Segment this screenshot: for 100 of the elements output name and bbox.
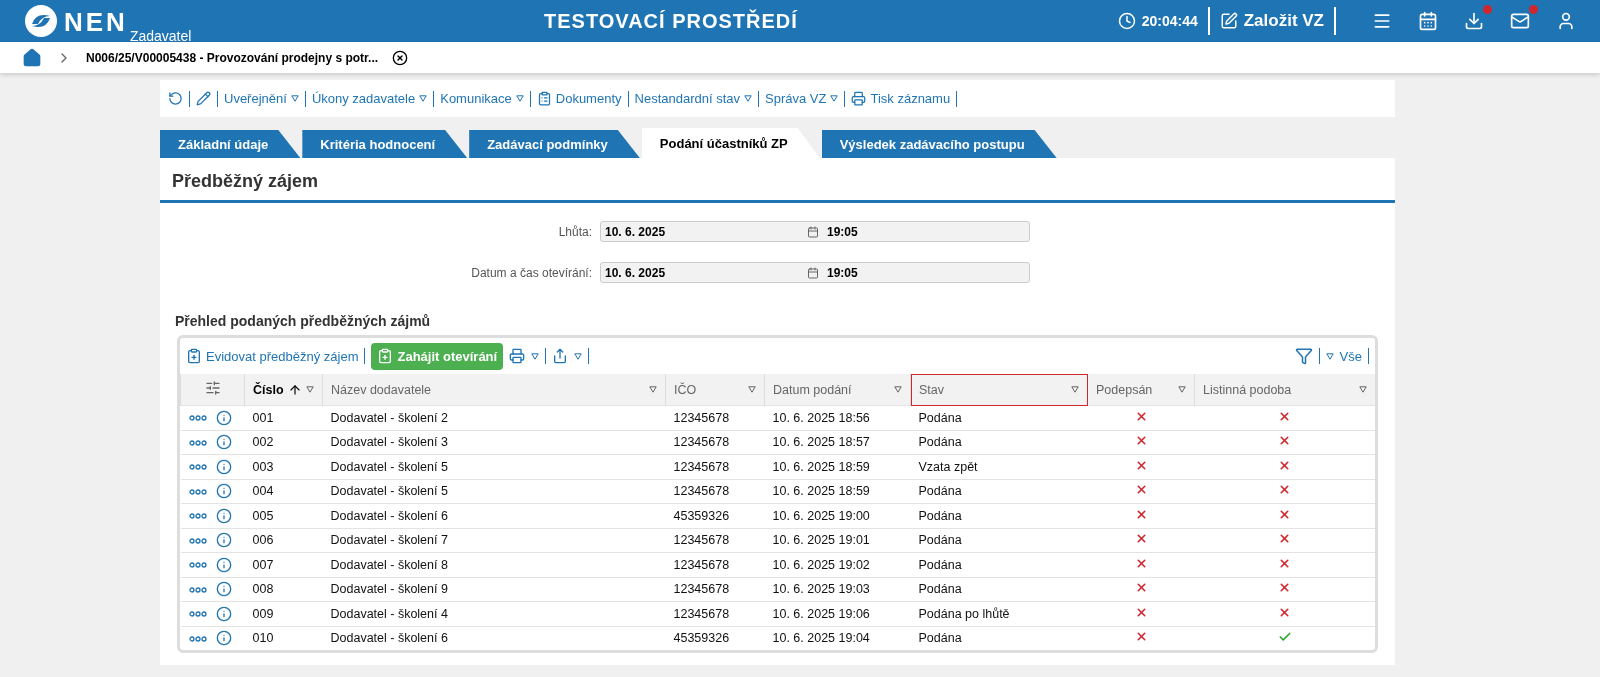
download-button[interactable]	[1464, 11, 1484, 31]
info-icon[interactable]	[216, 630, 232, 647]
column-settings-icon[interactable]	[204, 380, 221, 396]
field-label: Lhůta:	[557, 224, 593, 239]
table-cell: 10. 6. 2025 19:03	[764, 577, 911, 602]
more-icon[interactable]	[188, 513, 207, 520]
caret-icon[interactable]	[290, 95, 299, 102]
start-opening-button[interactable]: Zahájit otevírání	[371, 342, 504, 370]
column-header[interactable]: Stav	[910, 374, 1088, 406]
caret-icon[interactable]	[574, 352, 583, 360]
info-icon[interactable]	[216, 483, 232, 500]
datetime-field[interactable]: 10. 6. 2025 19:05	[600, 221, 1030, 242]
tab[interactable]: Podání účastníků ZP	[641, 128, 820, 158]
more-icon[interactable]	[188, 415, 207, 422]
field-label: Datum a čas otevírání:	[470, 265, 593, 280]
caret-icon[interactable]	[1325, 352, 1334, 360]
clipboard-icon	[377, 348, 394, 364]
toolbar-menu[interactable]: Nestandardní stav	[634, 91, 753, 106]
table-cell: Vzata zpět	[910, 454, 1088, 479]
toolbar-menu[interactable]: Úkony zadavatele	[311, 91, 428, 106]
column-header[interactable]: Název dodavatele	[322, 374, 666, 406]
caret-icon[interactable]	[649, 386, 657, 393]
caret-icon[interactable]	[515, 95, 524, 102]
table-cell: Podána	[910, 626, 1088, 650]
table-cell: Dodavatel - školení 5	[322, 479, 666, 504]
table-title: Přehled podaných předběžných zájmů	[175, 313, 432, 329]
table-cell: Podána po lhůtě	[910, 601, 1088, 626]
clock-icon	[1117, 12, 1136, 30]
caret-icon[interactable]	[419, 95, 428, 102]
home-icon[interactable]	[22, 47, 42, 68]
logo-subtitle: Zadavatel	[129, 28, 192, 44]
column-header[interactable]: Listinná podoba	[1194, 374, 1375, 406]
menu-button[interactable]	[1372, 11, 1392, 31]
info-icon[interactable]	[216, 507, 232, 524]
toolbar-menu[interactable]: Dokumenty	[536, 91, 622, 106]
table-cell: 12345678	[665, 552, 765, 577]
export-icon[interactable]	[552, 348, 569, 364]
caret-icon[interactable]	[744, 95, 753, 102]
table-cell: 10. 6. 2025 19:00	[764, 503, 911, 528]
breadcrumb-title[interactable]: N006/25/V00005438 - Provozování prodejny s potr...	[86, 50, 379, 65]
toolbar-menu[interactable]: Uveřejnění	[224, 91, 299, 106]
mail-button[interactable]	[1510, 11, 1530, 31]
calendar-icon[interactable]	[807, 225, 819, 238]
more-icon[interactable]	[188, 635, 207, 642]
more-icon[interactable]	[188, 537, 207, 544]
close-icon[interactable]	[392, 49, 409, 66]
table-cell: 12345678	[665, 430, 765, 455]
column-header[interactable]: IČO	[665, 374, 765, 406]
more-icon[interactable]	[188, 464, 207, 471]
caret-icon[interactable]	[894, 386, 902, 393]
tab[interactable]: Zadávací podmínky	[469, 130, 640, 158]
info-icon[interactable]	[216, 605, 232, 622]
info-icon[interactable]	[216, 532, 232, 549]
calendar-button[interactable]	[1418, 11, 1438, 31]
table-cell: Dodavatel - školení 2	[322, 405, 666, 430]
tab[interactable]: Kritéria hodnocení	[302, 130, 468, 158]
column-header[interactable]: Číslo	[244, 374, 323, 406]
toolbar-menu[interactable]: Správa VZ	[765, 91, 839, 106]
tab[interactable]: Základní údaje	[160, 130, 301, 158]
filter-icon[interactable]	[1294, 347, 1313, 365]
edit-icon	[1219, 12, 1238, 30]
caret-icon[interactable]	[1071, 386, 1079, 393]
table-cell: 10. 6. 2025 18:57	[764, 430, 911, 455]
more-icon[interactable]	[188, 611, 207, 618]
caret-icon[interactable]	[306, 386, 314, 393]
datetime-field[interactable]: 10. 6. 2025 19:05	[600, 262, 1030, 283]
table-cell: 002	[244, 430, 323, 455]
tab[interactable]: Výsledek zadávacího postupu	[821, 130, 1057, 158]
info-icon[interactable]	[216, 458, 232, 475]
more-icon[interactable]	[188, 439, 207, 446]
info-icon[interactable]	[216, 434, 232, 451]
user-button[interactable]	[1556, 11, 1576, 31]
table-cell: Podána	[910, 479, 1088, 504]
table-cell: 45359326	[665, 503, 765, 528]
table-cell: 12345678	[665, 454, 765, 479]
table-cell: Podána	[910, 552, 1088, 577]
create-button[interactable]: Založit VZ	[1219, 11, 1324, 31]
more-icon[interactable]	[188, 562, 207, 569]
register-button[interactable]: Evidovat předběžný zájem	[186, 348, 359, 364]
filter-dropdown[interactable]: Vše	[1339, 348, 1362, 364]
calendar-icon[interactable]	[807, 266, 819, 279]
caret-icon[interactable]	[1178, 386, 1186, 393]
info-icon[interactable]	[216, 409, 232, 426]
column-header[interactable]: Podepsán	[1087, 374, 1195, 406]
toolbar-button[interactable]	[168, 91, 183, 106]
caret-icon[interactable]	[748, 386, 756, 393]
info-icon[interactable]	[216, 556, 232, 573]
caret-icon[interactable]	[830, 95, 839, 102]
toolbar-menu[interactable]: Tisk záznamu	[851, 91, 951, 106]
toolbar-button[interactable]	[196, 91, 211, 106]
table-cell: 12345678	[665, 528, 765, 553]
caret-icon[interactable]	[531, 352, 540, 360]
print-icon[interactable]	[509, 348, 526, 364]
caret-icon[interactable]	[1359, 386, 1367, 393]
info-icon[interactable]	[216, 581, 232, 598]
more-icon[interactable]	[188, 586, 207, 593]
environment-title: TESTOVACÍ PROSTŘEDÍ	[544, 9, 799, 33]
more-icon[interactable]	[188, 488, 207, 495]
column-header[interactable]: Datum podání	[764, 374, 911, 406]
toolbar-menu[interactable]: Komunikace	[440, 91, 524, 106]
